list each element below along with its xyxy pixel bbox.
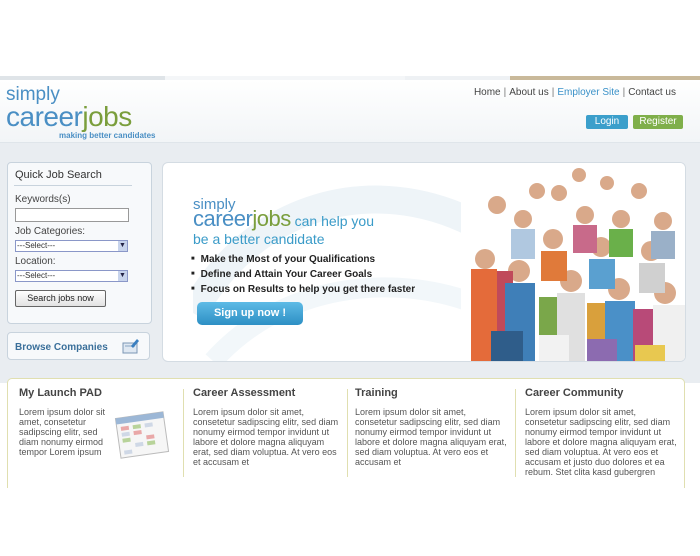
site-logo[interactable]: simply careerjobs making better candidat… — [6, 85, 156, 140]
categories-selected: ---Select--- — [17, 241, 56, 250]
quick-job-search-panel: Quick Job Search Keywords(s) Job Categor… — [7, 162, 152, 324]
keywords-input[interactable] — [15, 208, 129, 222]
location-select[interactable]: ---Select--- ▼ — [15, 270, 128, 282]
search-jobs-button[interactable]: Search jobs now — [15, 290, 106, 307]
hero-bullet: Make the Most of your Qualifications — [191, 253, 415, 268]
column-title[interactable]: Career Community — [525, 387, 680, 399]
hero-brand-line2: careerjobs can help you — [193, 206, 374, 232]
column-body: Lorem ipsum dolor sit amet, consetetur s… — [193, 407, 339, 467]
hero-bullet: Define and Attain Your Career Goals — [191, 268, 415, 283]
divider — [515, 389, 516, 477]
column-career-community: Career Community Lorem ipsum dolor sit a… — [525, 387, 680, 487]
login-button[interactable]: Login — [586, 115, 628, 129]
location-selected: ---Select--- — [17, 271, 56, 280]
chevron-down-icon: ▼ — [118, 271, 127, 281]
calendar-icon — [114, 411, 170, 459]
column-title[interactable]: Career Assessment — [193, 387, 343, 399]
nav-employer-site[interactable]: Employer Site — [557, 87, 619, 98]
chevron-down-icon: ▼ — [118, 241, 127, 251]
register-button[interactable]: Register — [633, 115, 683, 129]
location-label: Location: — [15, 256, 56, 267]
hero-bullets: Make the Most of your Qualifications Def… — [191, 253, 415, 298]
column-body: Lorem ipsum dolor sit amet, consetetur s… — [19, 407, 106, 457]
column-body: Lorem ipsum dolor sit amet, consetetur s… — [525, 407, 677, 477]
nav-about[interactable]: About us — [509, 87, 548, 98]
nav-home[interactable]: Home — [474, 87, 501, 98]
browse-companies-label: Browse Companies — [15, 342, 108, 353]
sign-up-button[interactable]: Sign up now ! — [197, 302, 303, 325]
logo-career: career — [6, 101, 83, 132]
column-training: Training Lorem ipsum dolor sit amet, con… — [355, 387, 507, 487]
divider — [347, 389, 348, 477]
column-career-assessment: Career Assessment Lorem ipsum dolor sit … — [193, 387, 343, 487]
page-bottom-cutoff — [0, 488, 700, 556]
hero-banner: simply careerjobs can help you be a bett… — [162, 162, 686, 362]
top-nav: Home | About us | Employer Site | Contact us — [474, 87, 676, 98]
divider — [183, 389, 184, 477]
divider — [14, 185, 132, 186]
logo-tagline: making better candidates — [59, 131, 156, 140]
hero-jobs: jobs — [252, 206, 291, 231]
browse-companies-button[interactable]: Browse Companies — [7, 332, 150, 360]
browse-companies-icon — [121, 337, 141, 360]
logo-jobs: jobs — [82, 101, 132, 132]
feature-columns: My Launch PAD Lorem ipsum dolor sit amet… — [7, 378, 685, 489]
column-title[interactable]: Training — [355, 387, 507, 399]
column-title[interactable]: My Launch PAD — [19, 387, 111, 399]
keywords-label: Keywords(s) — [15, 194, 71, 205]
nav-separator: | — [551, 87, 555, 98]
nav-separator: | — [503, 87, 507, 98]
hero-subheading: be a better candidate — [193, 231, 325, 247]
categories-label: Job Categories: — [15, 226, 86, 237]
nav-separator: | — [622, 87, 626, 98]
quick-search-title: Quick Job Search — [15, 169, 102, 181]
column-body: Lorem ipsum dolor sit amet, consetetur s… — [355, 407, 507, 467]
crowd-photo — [461, 163, 685, 361]
hero-bullet: Focus on Results to help you get there f… — [191, 283, 415, 298]
column-launch-pad: My Launch PAD Lorem ipsum dolor sit amet… — [19, 387, 111, 487]
hero-career: career — [193, 206, 253, 231]
categories-select[interactable]: ---Select--- ▼ — [15, 240, 128, 252]
nav-contact[interactable]: Contact us — [628, 87, 676, 98]
logo-line2: careerjobs — [6, 101, 155, 132]
hero-can-help: can help you — [290, 213, 375, 229]
